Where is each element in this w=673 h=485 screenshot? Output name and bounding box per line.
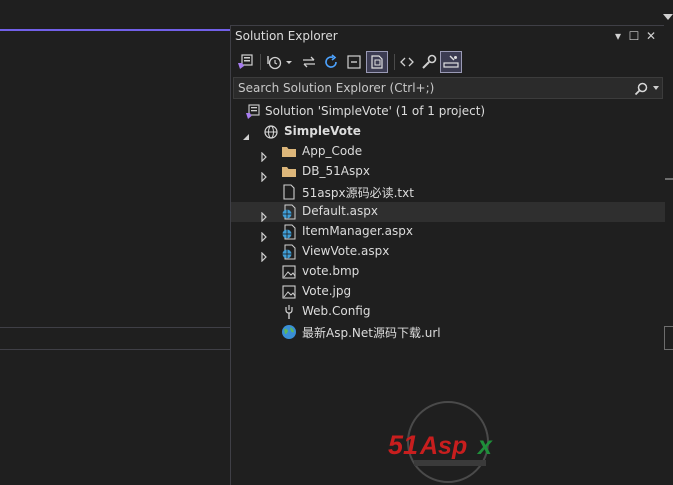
gutter-marker <box>665 178 673 180</box>
search-placeholder: Search Solution Explorer (Ctrl+;) <box>238 81 435 95</box>
gutter-marker <box>664 326 673 350</box>
solution-explorer-panel: Solution Explorer ▾ ☐ ✕ Search Solution … <box>230 25 665 485</box>
history-icon[interactable] <box>264 51 294 73</box>
svg-text:51: 51 <box>388 430 418 460</box>
tree-item-vote-jpg[interactable]: Vote.jpg <box>231 282 665 302</box>
panel-titlebar: Solution Explorer ▾ ☐ ✕ <box>231 26 665 48</box>
config-file-icon <box>281 304 297 320</box>
collapse-all-icon[interactable] <box>344 51 364 73</box>
solution-icon <box>245 104 261 120</box>
url-file-icon <box>281 324 297 340</box>
tree-item-default-aspx[interactable]: Default.aspx <box>231 202 665 223</box>
tree-item-viewvote-aspx[interactable]: ViewVote.aspx <box>231 242 665 263</box>
tree-item-db-51aspx[interactable]: DB_51Aspx <box>231 162 665 183</box>
collapsed-arrow-icon[interactable] <box>259 227 269 243</box>
tree-item-label: Default.aspx <box>302 204 378 218</box>
view-code-icon[interactable] <box>397 51 417 73</box>
panel-toolbar <box>231 48 665 76</box>
aspx-file-icon <box>281 244 297 260</box>
tree-item-itemmanager-aspx[interactable]: ItemManager.aspx <box>231 222 665 243</box>
watermark-logo: 51 Asp x <box>386 398 516 485</box>
tree-item-label: Web.Config <box>302 304 371 318</box>
tree-item-label: App_Code <box>302 144 363 158</box>
collapsed-arrow-icon[interactable] <box>259 207 269 223</box>
solution-label: Solution 'SimpleVote' (1 of 1 project) <box>265 104 486 118</box>
tree-item-label: ViewVote.aspx <box>302 244 390 258</box>
tree-item-app-code[interactable]: App_Code <box>231 142 665 163</box>
properties-icon[interactable] <box>419 51 439 73</box>
home-icon[interactable] <box>235 51 257 73</box>
tree-solution-row[interactable]: Solution 'SimpleVote' (1 of 1 project) <box>231 102 665 122</box>
web-project-icon <box>263 124 279 140</box>
collapsed-arrow-icon[interactable] <box>259 167 269 183</box>
chevron-down-icon[interactable] <box>663 14 673 20</box>
text-file-icon <box>281 184 297 200</box>
svg-text:x: x <box>476 432 493 460</box>
tree-item-label: Vote.jpg <box>302 284 352 298</box>
tree-item-label: 最新Asp.Net源码下载.url <box>302 326 441 340</box>
tree-item-label: 51aspx源码必读.txt <box>302 186 414 200</box>
svg-text:Asp: Asp <box>419 432 467 460</box>
project-label: SimpleVote <box>284 124 361 138</box>
search-icon[interactable] <box>634 81 648 100</box>
editor-split-bar[interactable] <box>0 328 230 350</box>
right-gutter <box>664 0 673 485</box>
tree-item-label: vote.bmp <box>302 264 360 278</box>
show-all-files-icon[interactable] <box>366 51 388 73</box>
refresh-icon[interactable] <box>321 51 341 73</box>
tree-item-download-url[interactable]: 最新Asp.Net源码下载.url <box>231 322 665 342</box>
aspx-file-icon <box>281 204 297 220</box>
search-options-chevron-icon[interactable] <box>653 86 659 90</box>
preview-icon[interactable] <box>440 51 462 73</box>
tree-project-row[interactable]: SimpleVote <box>231 122 665 142</box>
collapsed-arrow-icon[interactable] <box>259 247 269 263</box>
editor-tab-accent <box>0 29 230 31</box>
close-button[interactable]: ✕ <box>644 28 658 44</box>
toolbar-separator <box>260 54 261 70</box>
maximize-button[interactable]: ☐ <box>627 28 641 44</box>
toolbar-separator <box>394 54 395 70</box>
tree-item-vote-bmp[interactable]: vote.bmp <box>231 262 665 282</box>
expanded-arrow-icon[interactable] <box>241 127 251 140</box>
search-input[interactable]: Search Solution Explorer (Ctrl+;) <box>233 77 663 99</box>
image-file-icon <box>281 264 297 280</box>
folder-icon <box>281 164 297 180</box>
sync-icon[interactable] <box>299 51 319 73</box>
image-file-icon <box>281 284 297 300</box>
tree-item-readme-txt[interactable]: 51aspx源码必读.txt <box>231 182 665 202</box>
window-position-button[interactable]: ▾ <box>611 28 625 44</box>
tree-item-label: DB_51Aspx <box>302 164 370 178</box>
collapsed-arrow-icon[interactable] <box>259 147 269 163</box>
aspx-file-icon <box>281 224 297 240</box>
tree-item-web-config[interactable]: Web.Config <box>231 302 665 322</box>
tree-item-label: ItemManager.aspx <box>302 224 413 238</box>
folder-icon <box>281 144 297 160</box>
editor-area <box>0 0 230 485</box>
panel-title: Solution Explorer <box>235 29 338 43</box>
